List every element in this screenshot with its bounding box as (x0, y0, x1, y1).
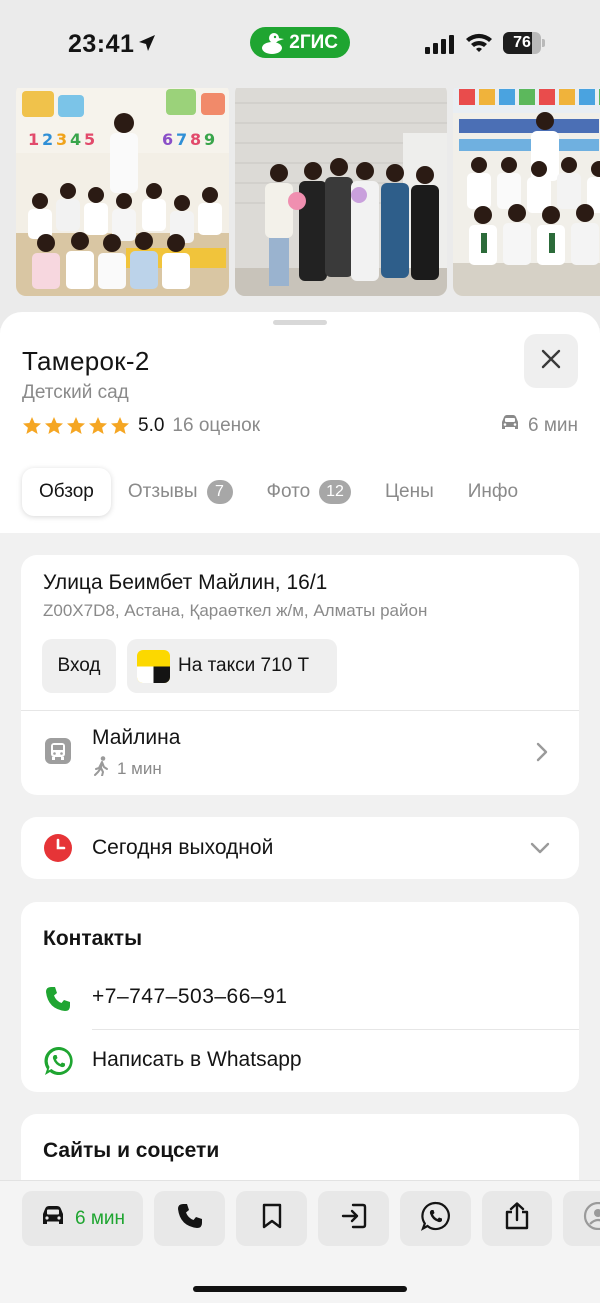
tab-2[interactable]: Фото 12 (250, 468, 368, 516)
whatsapp-icon (420, 1201, 451, 1236)
taxi-label: На такси 710 Т (178, 655, 310, 676)
tab-1[interactable]: Отзывы 7 (111, 468, 250, 516)
phone-number[interactable]: +7‒747‒503‒66‒91 (92, 985, 287, 1009)
battery-percent: 76 (513, 34, 531, 51)
transit-stop-name[interactable]: Майлина (92, 726, 180, 750)
entrance-nav-button[interactable] (318, 1191, 389, 1246)
cellular-signal-icon (425, 34, 455, 59)
contacts-heading: Контакты (43, 927, 143, 950)
share-button[interactable] (482, 1191, 552, 1246)
route-time-label: 6 мин (74, 1207, 125, 1229)
brand-label: 2ГИС (289, 31, 338, 53)
share-icon (504, 1202, 530, 1235)
phone-icon (45, 986, 71, 1017)
star-icon (23, 417, 41, 434)
svg-text:1: 1 (28, 130, 39, 149)
address-detail: Z00X7D8, Астана, Қараөткел ж/м, Алматы р… (43, 601, 428, 620)
location-arrow-icon (137, 33, 157, 58)
bookmark-icon (261, 1203, 283, 1234)
star-icon (45, 417, 63, 434)
svg-text:6: 6 (162, 130, 173, 149)
call-button[interactable] (154, 1191, 225, 1246)
chevron-right-icon[interactable] (535, 741, 549, 768)
close-icon (541, 349, 561, 374)
status-time: 23:41 (68, 30, 135, 58)
svg-text:9: 9 (204, 130, 215, 149)
tab-label: Обзор (39, 481, 94, 502)
phone-icon (177, 1203, 203, 1234)
travel-time-label: 6 мин (527, 415, 578, 436)
whatsapp-icon (44, 1046, 74, 1081)
tab-label: Отзывы (127, 481, 198, 502)
hours-card[interactable]: Сегодня выходной (21, 817, 579, 879)
address-street[interactable]: Улица Беимбет Майлин, 16/1 (43, 571, 327, 595)
place-title: Тамерок-2 (22, 346, 150, 376)
star-icon (67, 417, 85, 434)
taxi-logo-icon (137, 649, 170, 683)
clock-icon (44, 834, 72, 867)
group-photo-classroom[interactable]: 123 45 6789 (16, 88, 229, 296)
status-bar: 23:41 2ГИС 76 (0, 0, 600, 88)
whatsapp-button[interactable] (400, 1191, 471, 1246)
chevron-down-icon[interactable] (529, 841, 551, 860)
close-button[interactable] (524, 334, 578, 388)
place-sheet: Тамерок-2 Детский сад 5.0 16 оценок 6 ми… (0, 312, 600, 533)
tab-0[interactable]: Обзор (22, 468, 111, 516)
car-icon (40, 1205, 66, 1232)
divider (21, 710, 579, 711)
brand-badge[interactable]: 2ГИС (250, 27, 350, 58)
rating-stars (22, 416, 130, 436)
place-tabs: Обзор Отзывы 7 Фото 12 Цены Инфо (22, 467, 535, 517)
profile-icon (583, 1201, 600, 1235)
svg-text:2: 2 (42, 130, 53, 149)
whatsapp-link[interactable]: Написать в Whatsapp (92, 1048, 302, 1072)
group-photo-children[interactable] (453, 88, 600, 296)
address-card: Улица Беимбет Майлин, 16/1 Z00X7D8, Аста… (21, 555, 579, 795)
profile-button[interactable] (563, 1191, 600, 1246)
rating-row[interactable]: 5.0 16 оценок (22, 414, 260, 438)
battery-icon: 76 (503, 32, 545, 54)
travel-time: 6 мин (500, 415, 578, 437)
entrance-button[interactable]: Вход (42, 639, 116, 693)
tab-count-badge: 12 (319, 480, 351, 504)
tab-4[interactable]: Инфо (451, 468, 535, 516)
svg-text:8: 8 (190, 130, 201, 149)
sites-heading: Сайты и соцсети (43, 1139, 220, 1162)
walking-icon (93, 756, 111, 781)
route-button[interactable]: 6 мин (22, 1191, 143, 1246)
star-icon (111, 417, 129, 434)
hours-status: Сегодня выходной (92, 836, 274, 859)
brand-bird-icon (260, 30, 286, 62)
divider (92, 1029, 579, 1030)
tab-count-badge: 7 (206, 480, 233, 504)
rating-value: 5.0 (138, 415, 165, 436)
home-indicator[interactable] (193, 1286, 407, 1292)
walk-time: 1 мин (93, 756, 162, 781)
contacts-card: Контакты +7‒747‒503‒66‒91 Написать в Wha… (21, 902, 579, 1092)
tab-3[interactable]: Цены (368, 468, 451, 516)
car-icon (500, 415, 520, 437)
svg-text:3: 3 (56, 130, 67, 149)
svg-text:7: 7 (176, 130, 187, 149)
photo-gallery[interactable]: 123 45 6789 (0, 88, 600, 328)
tab-label: Цены (384, 481, 434, 502)
bookmark-button[interactable] (236, 1191, 307, 1246)
tab-label: Фото (266, 481, 311, 502)
svg-text:4: 4 (70, 130, 81, 149)
sheet-grabber[interactable] (273, 320, 327, 325)
walk-time-label: 1 мин (117, 758, 162, 778)
tab-label: Инфо (467, 481, 519, 502)
place-category: Детский сад (22, 382, 129, 403)
reviews-count: 16 оценок (172, 415, 261, 436)
action-bar: 6 мин (0, 1180, 600, 1303)
star-icon (89, 417, 107, 434)
bus-stop-icon (45, 738, 71, 769)
group-photo-teachers[interactable] (235, 88, 447, 296)
svg-text:5: 5 (84, 130, 95, 149)
taxi-button[interactable]: На такси 710 Т (127, 639, 337, 693)
entrance-icon (341, 1203, 367, 1234)
wifi-icon (465, 31, 493, 58)
entrance-label: Вход (57, 655, 101, 676)
